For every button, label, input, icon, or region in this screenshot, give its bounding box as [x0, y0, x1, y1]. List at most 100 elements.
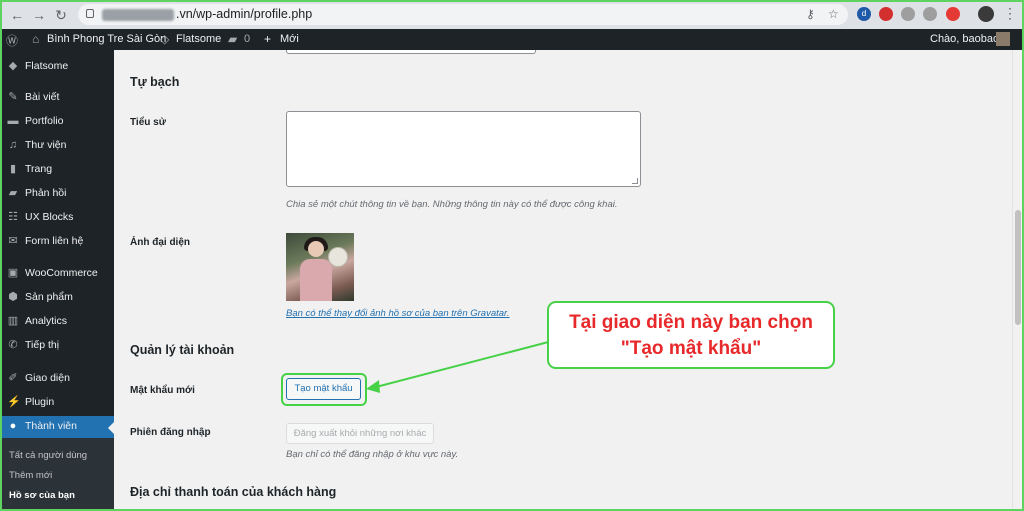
flatsome-icon: ◆ — [8, 60, 18, 72]
admin-sidebar: ◆ Flatsome ✎ Bài viết ▬ Portfolio ♫ Thư … — [0, 50, 114, 511]
sidebar-item-users[interactable]: ● Thành viên — [0, 416, 114, 438]
extension-icon[interactable] — [923, 7, 937, 21]
user-greeting[interactable]: Chào, baobao — [930, 33, 999, 45]
sidebar-item-label: Sản phẩm — [25, 291, 73, 303]
sidebar-item-comments[interactable]: ▰ Phản hồi — [0, 183, 114, 205]
extension-icon[interactable]: d — [857, 7, 871, 21]
sidebar-item-label: Flatsome — [25, 60, 69, 72]
sidebar-item-products[interactable]: ⬢ Sản phẩm — [0, 287, 114, 309]
profile-avatar[interactable] — [978, 6, 994, 22]
sidebar-item-label: Form liên hệ — [25, 235, 84, 247]
avatar-label: Ảnh đại diện — [130, 237, 190, 248]
sessions-label: Phiên đăng nhập — [130, 427, 211, 438]
mail-icon: ✉ — [8, 235, 18, 247]
site-name-link[interactable]: Bình Phong Tre Sài Gòn — [47, 33, 166, 45]
url-text: .vn/wp-admin/profile.php — [176, 7, 313, 21]
sidebar-item-label: Phản hồi — [25, 187, 67, 199]
sidebar-item-label: UX Blocks — [25, 211, 74, 223]
reload-icon[interactable]: ↻ — [52, 6, 70, 24]
extension-icon[interactable] — [901, 7, 915, 21]
sidebar-item-flatsome[interactable]: ◆ Flatsome — [0, 56, 114, 78]
extension-icon[interactable] — [879, 7, 893, 21]
sidebar-item-label: Plugin — [25, 396, 55, 408]
previous-field-edge[interactable] — [286, 50, 536, 54]
sidebar-item-appearance[interactable]: ✐ Giao diện — [0, 368, 114, 390]
pin-icon: ✎ — [8, 91, 18, 103]
users-submenu: Tất cả người dùng Thêm mới Hồ sơ của bạn — [0, 438, 114, 511]
account-heading: Quản lý tài khoản — [130, 343, 235, 357]
sidebar-item-media[interactable]: ♫ Thư viện — [0, 135, 114, 157]
chart-icon: ▥ — [7, 315, 19, 327]
woo-icon: ▣ — [7, 267, 19, 279]
comment-icon[interactable]: ▰ — [228, 32, 237, 46]
sidebar-item-label: Thành viên — [25, 420, 77, 432]
resize-handle[interactable] — [632, 178, 638, 184]
avatar[interactable] — [996, 32, 1010, 46]
comment-icon: ▰ — [8, 187, 18, 199]
brush-icon: ✐ — [8, 372, 18, 384]
browser-menu-icon[interactable]: ⋮ — [1003, 5, 1017, 22]
logout-everywhere-button: Đăng xuất khỏi những nơi khác — [286, 423, 434, 444]
back-arrow-icon[interactable]: ← — [8, 6, 26, 24]
address-bar[interactable]: .vn/wp-admin/profile.php ⚷ ☆ — [78, 4, 848, 25]
redacted-domain — [102, 9, 174, 21]
media-icon: ♫ — [8, 139, 18, 151]
star-icon[interactable]: ☆ — [828, 7, 839, 21]
annotation-callout: Tại giao diện này bạn chọn "Tạo mật khẩu… — [547, 301, 835, 369]
plugin-icon: ⚡ — [7, 396, 21, 408]
plus-icon[interactable]: + — [264, 32, 271, 46]
sidebar-item-woocommerce[interactable]: ▣ WooCommerce — [0, 263, 114, 285]
page-icon: ▮ — [9, 163, 17, 175]
avatar-figure — [300, 259, 332, 301]
sidebar-item-analytics[interactable]: ▥ Analytics — [0, 311, 114, 333]
browser-toolbar: ← → ↻ .vn/wp-admin/profile.php ⚷ ☆ d ⋮ — [0, 0, 1024, 29]
callout-line-2: "Tạo mật khẩu" — [620, 338, 762, 359]
sidebar-item-posts[interactable]: ✎ Bài viết — [0, 87, 114, 109]
new-link[interactable]: Mới — [280, 33, 299, 45]
comments-count[interactable]: 0 — [244, 33, 250, 45]
scrollbar-thumb[interactable] — [1015, 210, 1021, 325]
megaphone-icon: ✆ — [8, 339, 18, 351]
sidebar-item-portfolio[interactable]: ▬ Portfolio — [0, 111, 114, 133]
sidebar-item-label: WooCommerce — [25, 267, 98, 279]
sidebar-item-label: Thư viện — [25, 139, 67, 151]
submenu-add-new[interactable]: Thêm mới — [9, 470, 52, 481]
sidebar-item-label: Giao diện — [25, 372, 70, 384]
sidebar-item-label: Analytics — [25, 315, 68, 327]
forward-arrow-icon[interactable]: → — [30, 6, 48, 24]
sidebar-item-plugins[interactable]: ⚡ Plugin — [0, 392, 114, 414]
sidebar-item-marketing[interactable]: ✆ Tiếp thị — [0, 335, 114, 357]
bio-label: Tiểu sử — [130, 117, 166, 128]
sidebar-item-label: Bài viết — [25, 91, 60, 103]
user-icon: ● — [9, 420, 17, 432]
submenu-your-profile[interactable]: Hồ sơ của bạn — [9, 490, 75, 501]
wp-admin-bar: Ⓦ ⌂ Bình Phong Tre Sài Gòn ◇ Flatsome ▰ … — [0, 29, 1024, 50]
profile-avatar-image — [286, 233, 354, 301]
generate-password-button[interactable]: Tạo mật khẩu — [286, 378, 361, 400]
home-icon: ⌂ — [32, 32, 40, 46]
folder-icon: ▬ — [7, 115, 19, 127]
box-icon: ⬢ — [8, 291, 18, 303]
flatsome-icon: ◇ — [160, 32, 170, 46]
gravatar-link-text[interactable]: Bạn có thể thay đổi ảnh hồ sơ của bạn tr… — [286, 308, 507, 319]
bio-textarea[interactable] — [286, 111, 641, 187]
gravatar-link-suffix: . — [506, 308, 510, 319]
gravatar-link[interactable]: Bạn có thể thay đổi ảnh hồ sơ của bạn tr… — [286, 308, 510, 319]
lock-icon — [86, 9, 94, 18]
bio-description: Chia sẻ một chút thông tin về bạn. Những… — [286, 199, 618, 210]
sessions-description: Bạn chỉ có thể đăng nhập ở khu vực này. — [286, 449, 459, 460]
avatar-fan — [328, 247, 348, 267]
key-icon[interactable]: ⚷ — [806, 7, 815, 21]
blocks-icon: ☷ — [8, 211, 18, 223]
submenu-all-users[interactable]: Tất cả người dùng — [9, 450, 87, 461]
callout-line-1: Tại giao diện này bạn chọn — [569, 312, 813, 333]
flatsome-link[interactable]: Flatsome — [176, 33, 221, 45]
sidebar-item-contact-form[interactable]: ✉ Form liên hệ — [0, 231, 114, 253]
extension-icon[interactable] — [946, 7, 960, 21]
about-heading: Tự bạch — [130, 75, 180, 89]
sidebar-item-pages[interactable]: ▮ Trang — [0, 159, 114, 181]
wordpress-logo-icon[interactable]: Ⓦ — [6, 32, 18, 49]
new-password-label: Mật khẩu mới — [130, 385, 195, 396]
sidebar-item-ux-blocks[interactable]: ☷ UX Blocks — [0, 207, 114, 229]
sidebar-item-label: Tiếp thị — [25, 339, 60, 351]
